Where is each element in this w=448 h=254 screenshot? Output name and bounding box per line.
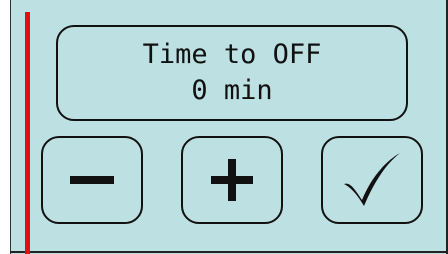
confirm-button[interactable] — [321, 136, 423, 224]
increment-button[interactable] — [181, 136, 283, 224]
screen-bottom-edge — [10, 251, 448, 253]
display-value: 0 min — [191, 75, 273, 106]
accent-bar — [25, 12, 30, 254]
decrement-button[interactable] — [41, 136, 143, 224]
display-title: Time to OFF — [142, 39, 322, 70]
plus-icon — [208, 156, 256, 204]
minus-icon — [68, 156, 116, 204]
time-display: Time to OFF 0 min — [56, 25, 408, 121]
checkmark-icon — [340, 150, 404, 210]
